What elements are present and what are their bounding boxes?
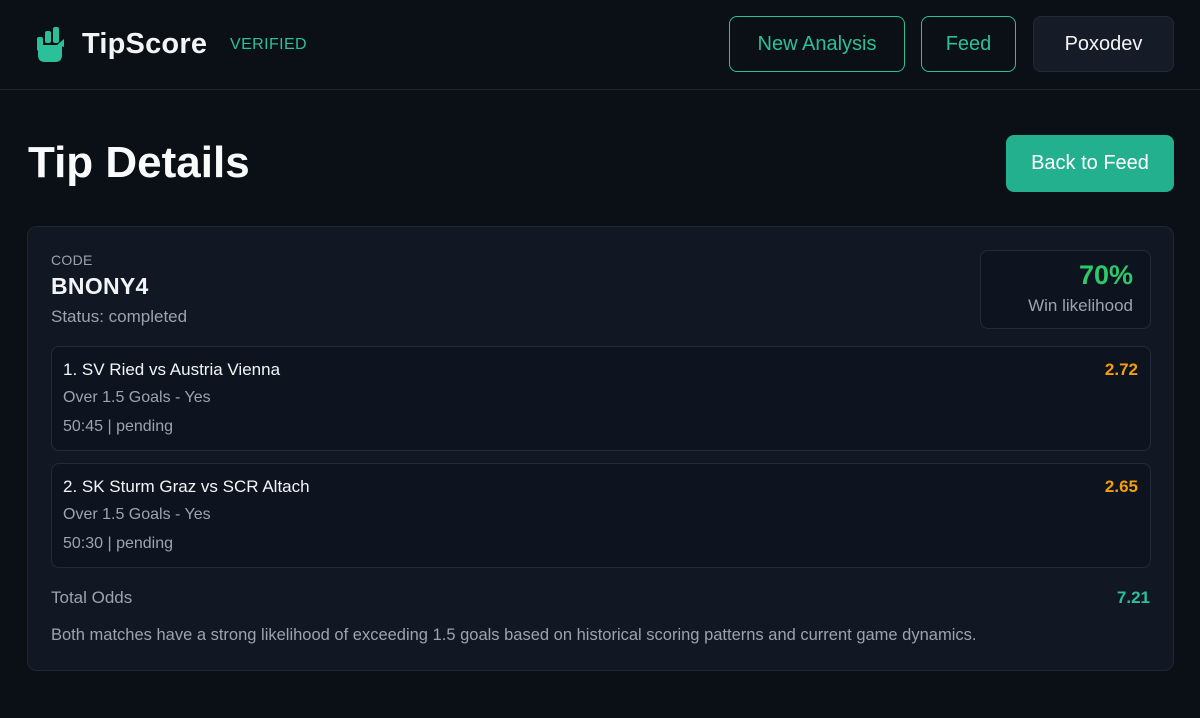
win-likelihood-value: 70% bbox=[1078, 260, 1133, 290]
selection-odds: 2.72 bbox=[1104, 360, 1138, 379]
back-to-feed-button[interactable]: Back to Feed bbox=[1006, 135, 1174, 192]
win-likelihood-panel: 70% Win likelihood bbox=[980, 250, 1151, 329]
selection-item: 2. SK Sturm Graz vs SCR Altach Over 1.5 … bbox=[51, 463, 1151, 568]
total-odds-label: Total Odds bbox=[51, 588, 133, 607]
page-title: Tip Details bbox=[28, 138, 250, 187]
tip-status: Status: completed bbox=[51, 307, 188, 326]
selection-item: 1. SV Ried vs Austria Vienna Over 1.5 Go… bbox=[51, 346, 1151, 451]
hand-chart-icon[interactable] bbox=[35, 27, 65, 63]
tip-description: Both matches have a strong likelihood of… bbox=[51, 626, 977, 644]
tip-code: BNONY4 bbox=[51, 273, 149, 299]
selection-market: Over 1.5 Goals - Yes bbox=[63, 506, 211, 523]
win-likelihood-label: Win likelihood bbox=[1028, 296, 1133, 315]
selection-meta: 50:45 | pending bbox=[63, 418, 174, 435]
total-odds-value: 7.21 bbox=[1116, 588, 1150, 607]
selection-match: 2. SK Sturm Graz vs SCR Altach bbox=[63, 477, 310, 496]
new-analysis-button[interactable]: New Analysis bbox=[729, 16, 905, 72]
user-menu-button[interactable]: Poxodev bbox=[1033, 16, 1174, 72]
verified-badge: VERIFIED bbox=[230, 36, 307, 53]
feed-button[interactable]: Feed bbox=[921, 16, 1016, 72]
selection-market: Over 1.5 Goals - Yes bbox=[63, 389, 211, 406]
brand-name[interactable]: TipScore bbox=[82, 26, 207, 62]
selection-meta: 50:30 | pending bbox=[63, 535, 174, 552]
code-label: CODE bbox=[51, 252, 93, 268]
selection-match: 1. SV Ried vs Austria Vienna bbox=[63, 360, 281, 379]
tip-details-card: CODE BNONY4 Status: completed 70% Win li… bbox=[27, 226, 1174, 671]
selection-odds: 2.65 bbox=[1104, 477, 1138, 496]
top-nav-bar: TipScore VERIFIED New Analysis Feed Poxo… bbox=[0, 0, 1200, 90]
